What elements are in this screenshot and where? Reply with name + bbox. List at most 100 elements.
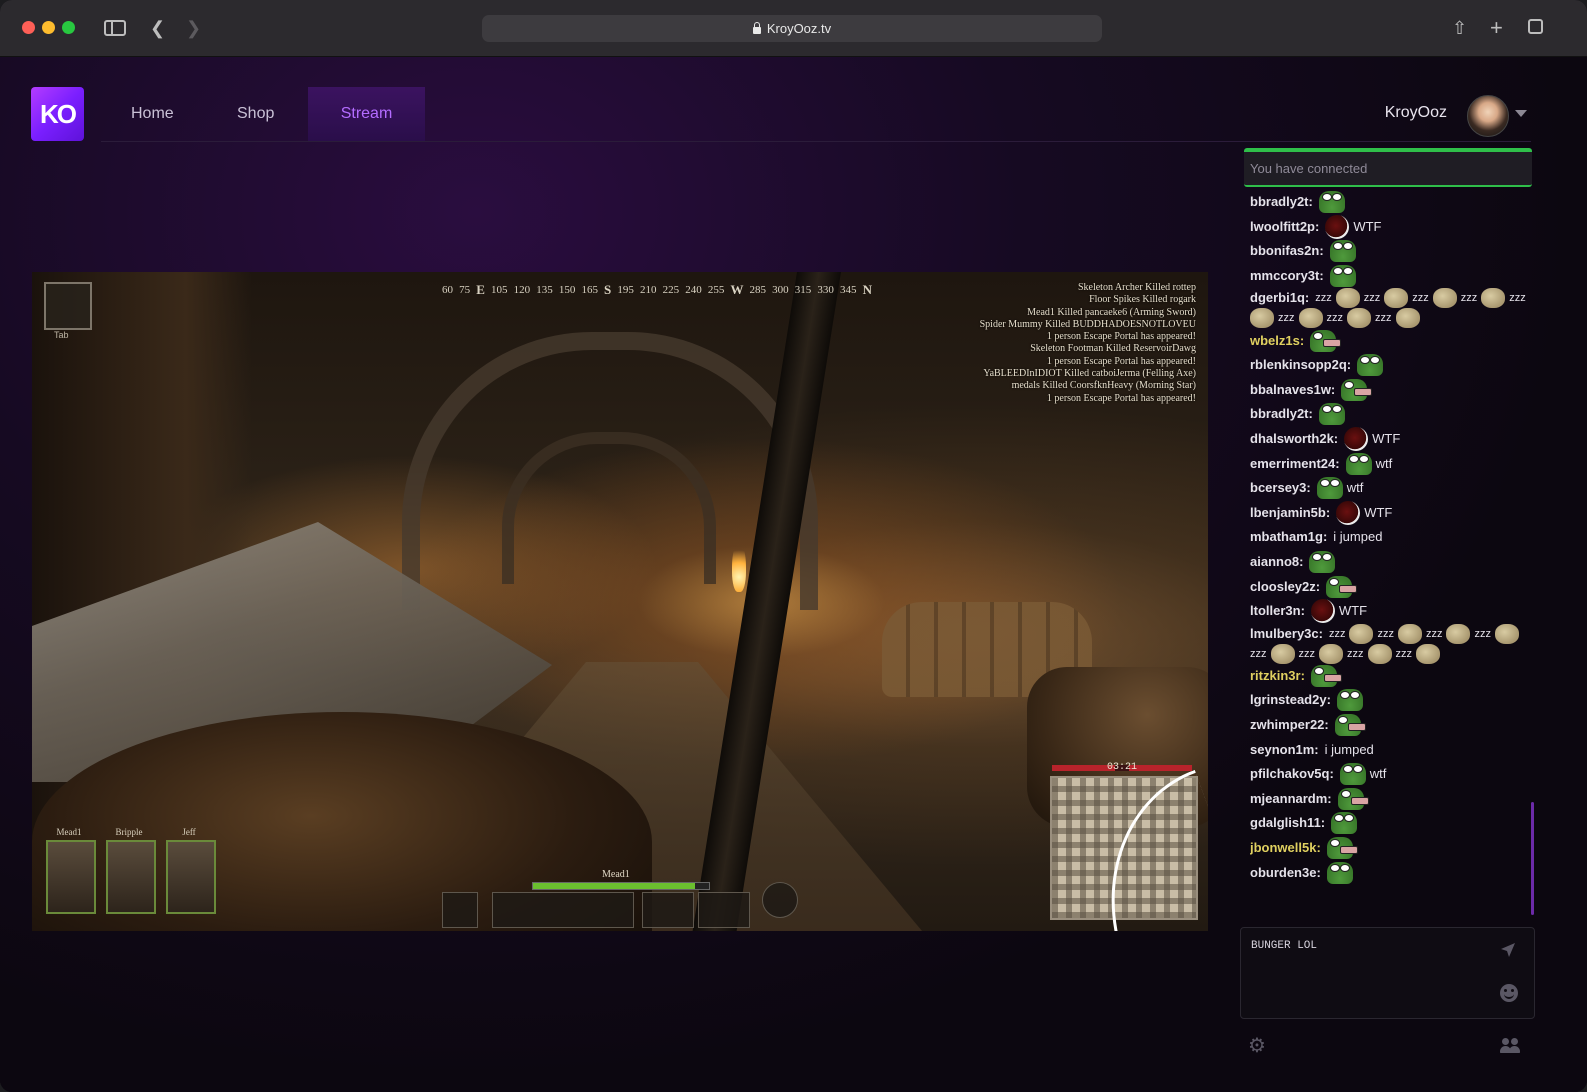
pepe-emote-icon (1318, 191, 1345, 214)
chat-username[interactable]: lgrinstead2y: (1250, 691, 1331, 709)
pepe-emote-icon (1329, 265, 1356, 288)
send-icon[interactable] (1500, 942, 1516, 958)
chat-username[interactable]: jbonwell5k: (1250, 839, 1321, 857)
chat-username[interactable]: lwoolfitt2p: (1250, 218, 1319, 236)
emoji-icon[interactable] (1500, 984, 1518, 1002)
zzz-text: zzz (1347, 647, 1364, 660)
page: KO Home Shop Stream KroyOoz 60 75 E 105 120 1… (0, 57, 1587, 1092)
close-window-button[interactable] (22, 21, 35, 34)
chat-username[interactable]: rblenkinsopp2q: (1250, 356, 1351, 374)
chat-username[interactable]: dhalsworth2k: (1250, 430, 1338, 448)
users-icon[interactable] (1500, 1037, 1522, 1055)
avatar[interactable] (1467, 95, 1509, 137)
nav-shop[interactable]: Shop (237, 87, 274, 141)
minimize-window-button[interactable] (42, 21, 55, 34)
chat-username[interactable]: lmulbery3c: (1250, 625, 1323, 643)
compass-tick-label: 75 (459, 284, 471, 296)
hud-minimap (1050, 769, 1208, 931)
chat-username[interactable]: bbradly2t: (1250, 193, 1313, 211)
compass-tick-label: 345 (839, 284, 857, 296)
killfeed-entry: medals Killed CoorsfknHeavy (Morning Sta… (1011, 380, 1196, 392)
chat-message: wbelz1s: (1250, 328, 1532, 353)
pepe-gun-emote-icon (1341, 378, 1373, 401)
chat-message: ritzkin3r: (1250, 664, 1532, 689)
zzz-text: zzz (1395, 647, 1413, 660)
chat-username[interactable]: lbenjamin5b: (1250, 504, 1330, 522)
compass-tick-label: N (862, 282, 872, 297)
pepe-emote-icon (1309, 551, 1336, 574)
chat-username[interactable]: oburden3e: (1250, 864, 1321, 882)
gear-icon[interactable]: ⚙ (1248, 1036, 1266, 1056)
chat-username[interactable]: seynon1m: (1250, 741, 1319, 759)
hud-tab-key-icon (44, 282, 92, 330)
chat-username[interactable]: bbradly2t: (1250, 405, 1313, 423)
torch-flame (732, 542, 746, 592)
chat-input[interactable]: BUNGER LOL (1240, 927, 1535, 1019)
chat-username[interactable]: mbatham1g: (1250, 528, 1327, 546)
chat-username[interactable]: bcersey3: (1250, 479, 1311, 497)
chat-username[interactable]: zwhimper22: (1250, 716, 1329, 734)
compass-tick-label: W (730, 282, 744, 297)
zzz-text: zzz (1474, 627, 1491, 640)
site-logo[interactable]: KO (31, 87, 84, 141)
username[interactable]: KroyOoz (1385, 104, 1447, 122)
chat-message: dhalsworth2k: WTF (1250, 427, 1532, 452)
chat-username[interactable]: gdalglish11: (1250, 814, 1325, 832)
chat-message-list[interactable]: bbradly2t: lwoolfitt2p: WTF bbonifas2n: mmcc… (1250, 190, 1532, 910)
potato-emote-icon (1349, 623, 1374, 644)
hud-hotbar: Mead1 (442, 847, 798, 928)
new-tab-icon[interactable]: + (1490, 16, 1503, 40)
minimap-zone-arc (1069, 769, 1208, 931)
chat-username[interactable]: pfilchakov5q: (1250, 765, 1334, 783)
zoom-window-button[interactable] (62, 21, 75, 34)
chat-username[interactable]: emerriment24: (1250, 455, 1340, 473)
chat-username[interactable]: mmccory3t: (1250, 267, 1324, 285)
chat-username[interactable]: bbonifas2n: (1250, 242, 1324, 260)
pepe-emote-icon (1318, 403, 1345, 426)
hud-party: Mead1 Bripple Jeff (44, 827, 219, 927)
chat-message: jbonwell5k: (1250, 836, 1532, 861)
hud-killfeed: Skeleton Archer Killed rottep Floor Spike… (980, 282, 1196, 405)
chat-connected-banner: You have connected (1244, 148, 1532, 187)
back-arrow-icon[interactable]: ❮ (150, 16, 165, 40)
chat-message-text: wtf (1375, 455, 1393, 471)
potato-emote-icon (1432, 288, 1457, 309)
chat-message: ltoller3n: WTF (1250, 599, 1532, 624)
share-icon[interactable]: ⇧ (1452, 16, 1467, 40)
pepe-emote-icon (1326, 861, 1353, 884)
chat-username[interactable]: cloosley2z: (1250, 578, 1320, 596)
compass-tick-label: 255 (707, 284, 725, 296)
nav-home[interactable]: Home (131, 87, 174, 141)
pepe-gun-emote-icon (1310, 664, 1342, 687)
party-member-portrait (166, 840, 216, 914)
compass-tick-label: S (604, 282, 612, 297)
address-bar[interactable]: KroyOoz.tv (482, 15, 1102, 42)
compass-tick-label: 195 (617, 284, 634, 296)
chat-username[interactable]: dgerbi1q: (1250, 289, 1309, 307)
chat-message: lmulbery3c: zzz zzz zzz zzz zzz zzz zzz zzz (1250, 623, 1532, 664)
chat-message: oburden3e: (1250, 860, 1532, 885)
chat-username[interactable]: bbalnaves1w: (1250, 381, 1335, 399)
stream-video-player[interactable]: 60 75 E 105 120 135 150 165 S 195 210 225 240 255 W 285… (32, 272, 1208, 931)
chat-username[interactable]: wbelz1s: (1250, 332, 1304, 350)
killfeed-entry: Mead1 Killed pancaeke6 (Arming Sword) (1027, 306, 1196, 318)
chat-message: mbatham1g: i jumped (1250, 525, 1532, 550)
chat-scrollbar[interactable] (1531, 802, 1534, 915)
chevron-down-icon[interactable] (1515, 110, 1527, 117)
chat-username[interactable]: ritzkin3r: (1250, 667, 1305, 685)
hud-player-name: Mead1 (602, 869, 630, 880)
chat-username[interactable]: mjeannardm: (1250, 790, 1332, 808)
nav-stream[interactable]: Stream (308, 87, 425, 141)
chat-message: lbenjamin5b: WTF (1250, 500, 1532, 526)
chat-message: mjeannardm: (1250, 786, 1532, 811)
tab-overview-icon[interactable] (1528, 19, 1543, 34)
party-member-portrait (106, 840, 156, 914)
sidebar-toggle-icon[interactable] (104, 20, 126, 36)
chat-username[interactable]: aianno8: (1250, 553, 1303, 571)
zzz-text: zzz (1377, 627, 1394, 640)
pepe-emote-icon (1329, 240, 1356, 263)
chat-username[interactable]: ltoller3n: (1250, 602, 1305, 620)
forward-arrow-icon[interactable]: ❯ (186, 16, 201, 40)
potato-emote-icon (1347, 308, 1371, 329)
zzz-text: zzz (1363, 292, 1381, 305)
